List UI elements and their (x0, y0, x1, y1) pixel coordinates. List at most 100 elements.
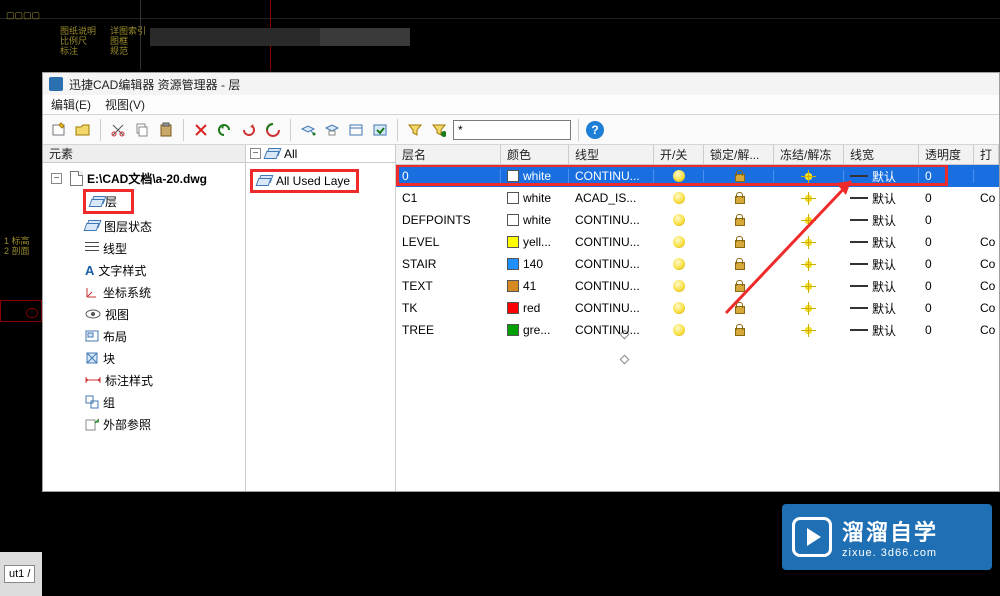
cell-transparency[interactable]: 0 (919, 213, 974, 227)
cell-linetype[interactable]: CONTINU... (569, 235, 654, 249)
new-layer-button[interactable] (49, 120, 69, 140)
filter-funnel-2[interactable] (429, 120, 449, 140)
table-row[interactable]: LEVELyell...CONTINU... 默认0Co (396, 231, 999, 253)
tree-item-xref[interactable]: 外部参照 (85, 414, 245, 434)
cell-freeze[interactable] (774, 192, 844, 205)
cell-lineweight[interactable]: 默认 (844, 300, 919, 317)
layout-tab[interactable]: ut1 / (4, 565, 35, 583)
col-plot[interactable]: 打 (974, 145, 999, 164)
cell-linetype[interactable]: CONTINU... (569, 213, 654, 227)
table-row[interactable]: C1whiteACAD_IS... 默认0Co (396, 187, 999, 209)
open-button[interactable] (73, 120, 93, 140)
purge-button[interactable] (239, 120, 259, 140)
cell-transparency[interactable]: 0 (919, 191, 974, 205)
filter-input[interactable] (453, 120, 571, 140)
table-row[interactable]: STAIR140CONTINU... 默认0Co (396, 253, 999, 275)
cell-lineweight[interactable]: 默认 (844, 256, 919, 273)
tree-item-blocks[interactable]: 块 (85, 348, 245, 368)
expander-icon[interactable]: − (51, 173, 62, 184)
undo-button[interactable] (215, 120, 235, 140)
cell-color[interactable]: red (501, 301, 569, 315)
col-name[interactable]: 层名 (396, 145, 501, 164)
cell-linetype[interactable]: CONTINU... (569, 169, 654, 183)
layer-tools-2[interactable] (346, 120, 366, 140)
cell-onoff[interactable] (654, 170, 704, 182)
titlebar[interactable]: 迅捷CAD编辑器 资源管理器 - 层 (43, 73, 999, 95)
cell-transparency[interactable]: 0 (919, 235, 974, 249)
col-onoff[interactable]: 开/关 (654, 145, 704, 164)
cell-onoff[interactable] (654, 192, 704, 204)
layer-tools-3[interactable] (370, 120, 390, 140)
cell-lock[interactable] (704, 324, 774, 336)
regen-button[interactable] (263, 120, 283, 140)
cell-transparency[interactable]: 0 (919, 169, 974, 183)
cell-lock[interactable] (704, 170, 774, 182)
cell-freeze[interactable] (774, 236, 844, 249)
col-color[interactable]: 颜色 (501, 145, 569, 164)
cell-lock[interactable] (704, 236, 774, 248)
cell-transparency[interactable]: 0 (919, 301, 974, 315)
layer-tools-1[interactable] (322, 120, 342, 140)
tree-item-dimstyles[interactable]: 标注样式 (85, 370, 245, 390)
tree-item-textstyles[interactable]: A文字样式 (85, 260, 245, 280)
cell-lineweight[interactable]: 默认 (844, 168, 919, 185)
tree-item-groups[interactable]: 组 (85, 392, 245, 412)
cell-transparency[interactable]: 0 (919, 257, 974, 271)
filter-funnel-1[interactable] (405, 120, 425, 140)
cell-lock[interactable] (704, 192, 774, 204)
element-tree[interactable]: − E:\CAD文档\a-20.dwg 层 图层状态 线型 A文字样式 坐标系统… (43, 163, 245, 491)
filter-all-used-label[interactable]: All Used Laye (276, 174, 350, 188)
tree-item-label[interactable]: 层 (105, 193, 117, 210)
tree-item-layouts[interactable]: 布局 (85, 326, 245, 346)
delete-button[interactable] (191, 120, 211, 140)
cell-lock[interactable] (704, 302, 774, 314)
menu-view[interactable]: 视图(V) (105, 96, 145, 113)
cell-onoff[interactable] (654, 214, 704, 226)
col-lock[interactable]: 锁定/解... (704, 145, 774, 164)
cell-plot[interactable]: Co (974, 279, 999, 293)
layer-state-button[interactable] (298, 120, 318, 140)
filter-header[interactable]: − All (246, 145, 395, 163)
table-row[interactable]: TKredCONTINU... 默认0Co (396, 297, 999, 319)
cell-plot[interactable]: Co (974, 323, 999, 337)
tree-root[interactable]: − E:\CAD文档\a-20.dwg (51, 168, 245, 188)
tree-item-views[interactable]: 视图 (85, 304, 245, 324)
cell-color[interactable]: white (501, 169, 569, 183)
paste-button[interactable] (156, 120, 176, 140)
cell-freeze[interactable] (774, 324, 844, 337)
col-lineweight[interactable]: 线宽 (844, 145, 919, 164)
cell-transparency[interactable]: 0 (919, 323, 974, 337)
table-row[interactable]: TEXT41CONTINU... 默认0Co (396, 275, 999, 297)
expander-icon[interactable]: − (250, 148, 261, 159)
cell-lock[interactable] (704, 258, 774, 270)
cell-onoff[interactable] (654, 302, 704, 314)
tree-item-linetypes[interactable]: 线型 (85, 238, 245, 258)
grid-body[interactable]: 0whiteCONTINU... 默认0C1whiteACAD_IS... 默认… (396, 165, 999, 491)
cell-lock[interactable] (704, 214, 774, 226)
cell-onoff[interactable] (654, 324, 704, 336)
cell-linetype[interactable]: CONTINU... (569, 257, 654, 271)
cell-color[interactable]: gre... (501, 323, 569, 337)
cell-onoff[interactable] (654, 258, 704, 270)
cell-color[interactable]: yell... (501, 235, 569, 249)
cell-lineweight[interactable]: 默认 (844, 278, 919, 295)
help-button[interactable]: ? (586, 121, 604, 139)
menu-edit[interactable]: 编辑(E) (51, 96, 91, 113)
col-transparency[interactable]: 透明度 (919, 145, 974, 164)
cell-color[interactable]: white (501, 191, 569, 205)
cell-lineweight[interactable]: 默认 (844, 322, 919, 339)
cell-transparency[interactable]: 0 (919, 279, 974, 293)
cell-plot[interactable]: Co (974, 301, 999, 315)
cell-linetype[interactable]: CONTINU... (569, 323, 654, 337)
table-row[interactable]: 0whiteCONTINU... 默认0 (396, 165, 999, 187)
cell-onoff[interactable] (654, 236, 704, 248)
cut-button[interactable] (108, 120, 128, 140)
cell-freeze[interactable] (774, 214, 844, 227)
col-linetype[interactable]: 线型 (569, 145, 654, 164)
cell-plot[interactable]: Co (974, 235, 999, 249)
cell-freeze[interactable] (774, 258, 844, 271)
cell-linetype[interactable]: CONTINU... (569, 301, 654, 315)
col-freeze[interactable]: 冻结/解冻 (774, 145, 844, 164)
cell-color[interactable]: 41 (501, 279, 569, 293)
cell-freeze[interactable] (774, 170, 844, 183)
